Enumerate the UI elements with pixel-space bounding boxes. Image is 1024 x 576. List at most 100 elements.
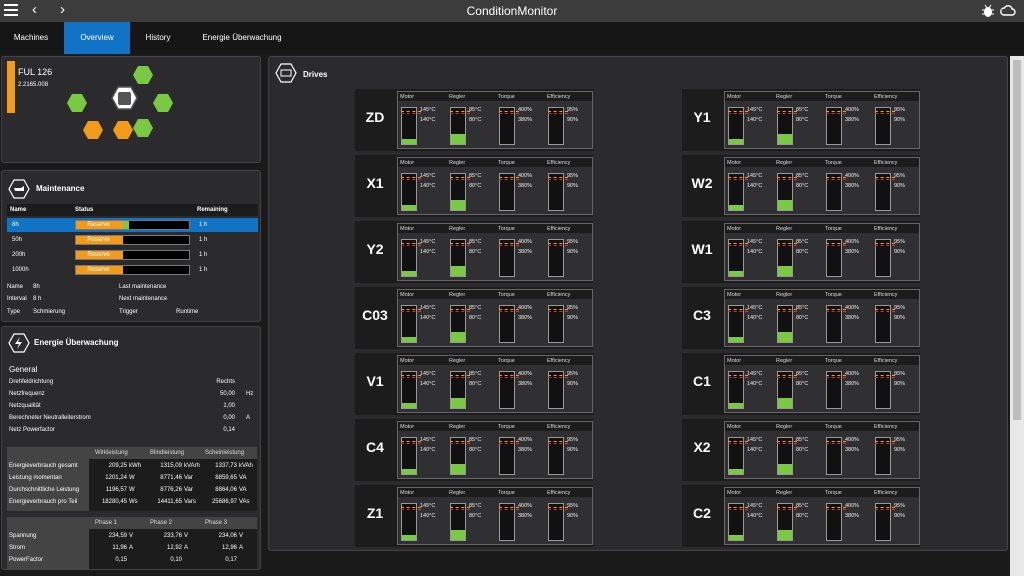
table-cell-value: 234,59: [108, 533, 127, 539]
gauge-limit-warn: [777, 245, 797, 246]
scrollbar-track[interactable]: [1010, 56, 1024, 576]
gauge-title: Regler: [449, 292, 466, 298]
gauge-limit-high: [499, 243, 519, 244]
table-cell-value: 1201,24: [105, 475, 127, 481]
gauge-limit-high: [401, 309, 421, 310]
energy-prop-value: Rechts: [216, 379, 235, 385]
gauge-limit-warn-value: 140°C: [747, 381, 763, 387]
gauge-limit-warn: [728, 113, 748, 114]
table-cell-value: 1315,09: [160, 463, 182, 469]
machine-status-hexagons[interactable]: [64, 61, 176, 161]
drive-card[interactable]: ZD Motor 145°C 140°C Regler 85°C 80°C Torque 400…: [355, 89, 593, 151]
gauge-bar: [401, 305, 421, 343]
gauge-fill: [402, 204, 416, 210]
gauge-bar: [401, 371, 421, 409]
drive-card[interactable]: X1 Motor 145°C 140°C Regler 85°C 80°C Torque 400…: [355, 155, 593, 217]
bug-icon[interactable]: [980, 3, 996, 19]
gauge-bar: [728, 305, 748, 343]
maintenance-row[interactable]: 8h Reserve 1 h: [7, 218, 258, 232]
gauge-limit-warn-value: 380%: [845, 447, 860, 453]
gauge-limit-high: [777, 111, 797, 112]
gauge-regler: Regler 85°C 80°C: [447, 158, 496, 216]
gauge-limit-warn: [826, 179, 846, 180]
gauge-limit-warn: [875, 509, 895, 510]
detail-interval-label: Interval: [7, 296, 27, 302]
drive-card[interactable]: C1 Motor 145°C 140°C Regler 85°C 80°C Torque 400…: [682, 353, 920, 415]
drive-card[interactable]: C3 Motor 145°C 140°C Regler 85°C 80°C Torque 400…: [682, 287, 920, 349]
drive-card[interactable]: W2 Motor 145°C 140°C Regler 85°C 80°C Torque 400…: [682, 155, 920, 217]
gauge-limit-warn: [401, 113, 421, 114]
machine-id: 2.2165.008: [18, 82, 49, 88]
status-label: Reserve: [87, 252, 110, 258]
gauge-limit-high: [826, 243, 846, 244]
gauge-limit-warn: [499, 245, 519, 246]
gauge-fill: [402, 534, 416, 540]
gauge-limit-warn-value: 140°C: [420, 315, 436, 321]
gauge-title: Torque: [498, 292, 515, 298]
drive-name: W2: [691, 175, 713, 191]
drive-name: V1: [366, 373, 384, 389]
machine-panel: FUL 126 2.2165.008: [1, 56, 261, 163]
detail-runtime-label: Runtime: [176, 309, 199, 315]
gauge-title: Efficiency: [874, 358, 898, 364]
gauge-title: Efficiency: [547, 358, 571, 364]
drive-card[interactable]: C03 Motor 145°C 140°C Regler 85°C 80°C Torque 40…: [355, 287, 593, 349]
tab-history[interactable]: History: [132, 22, 184, 54]
gauge-limit-warn: [548, 311, 568, 312]
table-row-label: PowerFactor: [9, 557, 44, 563]
gauge-fill: [402, 468, 416, 474]
gauge-limit-warn: [401, 245, 421, 246]
maintenance-row[interactable]: 50h Reserve 1 h: [7, 233, 258, 247]
gauge-limit-high-value: 95%: [567, 503, 579, 509]
tab-overview[interactable]: Overview: [64, 22, 130, 54]
gauge-motor: Motor 145°C 140°C: [725, 356, 774, 414]
gauge-bar: [401, 503, 421, 541]
gauge-regler: Regler 85°C 80°C: [774, 92, 823, 150]
gauge-limit-high: [499, 177, 519, 178]
gauge-limit-high-value: 400%: [845, 107, 860, 113]
gauge-efficiency: Efficiency 95% 90%: [545, 488, 594, 546]
drive-card[interactable]: Z1 Motor 145°C 140°C Regler 85°C 80°C Torque 400…: [355, 485, 593, 547]
gauge-bar: [728, 239, 748, 277]
gauge-limit-warn: [777, 113, 797, 114]
gauge-fill: [451, 529, 465, 540]
drive-card[interactable]: C2 Motor 145°C 140°C Regler 85°C 80°C Torque 400…: [682, 485, 920, 547]
gauge-efficiency: Efficiency 95% 90%: [872, 356, 921, 414]
tab-machines[interactable]: Machines: [0, 22, 62, 54]
tab-energie-ueberwachung[interactable]: Energie Überwachung: [188, 22, 296, 54]
table-cell-value: 8859,65: [215, 475, 237, 481]
drive-gauges: Motor 145°C 140°C Regler 85°C 80°C Torque 400% 3…: [724, 289, 920, 347]
gauge-fill: [451, 133, 465, 144]
drive-card[interactable]: C4 Motor 145°C 140°C Regler 85°C 80°C Torque 400…: [355, 419, 593, 481]
gauge-bar: [548, 437, 568, 475]
maintenance-row[interactable]: 1000h Reserve 1 h: [7, 263, 258, 277]
gauge-title: Regler: [776, 160, 793, 166]
gauge-title: Regler: [776, 292, 793, 298]
energy-prop-value: 0,00: [223, 415, 235, 421]
drive-card[interactable]: W1 Motor 145°C 140°C Regler 85°C 80°C Torque 400…: [682, 221, 920, 283]
drive-name: C4: [366, 439, 384, 455]
gauge-limit-warn-value: 140°C: [420, 249, 436, 255]
gauge-limit-high: [499, 309, 519, 310]
table-cell-value: 8776,26: [160, 487, 182, 493]
cloud-icon[interactable]: [1000, 3, 1016, 19]
drive-card[interactable]: Y1 Motor 145°C 140°C Regler 85°C 80°C Torque 400…: [682, 89, 920, 151]
table-row-label: Energieverbrauch gesamt: [9, 463, 78, 469]
gauge-motor: Motor 145°C 140°C: [398, 290, 447, 348]
gauge-limit-warn-value: 140°C: [420, 381, 436, 387]
drive-card[interactable]: Y2 Motor 145°C 140°C Regler 85°C 80°C Torque 400…: [355, 221, 593, 283]
gauge-title: Efficiency: [547, 490, 571, 496]
gauge-limit-warn-value: 90%: [567, 183, 579, 189]
scrollbar-thumb[interactable]: [1013, 60, 1021, 420]
gauge-bar: [826, 437, 846, 475]
gauge-limit-high-value: 95%: [567, 371, 579, 377]
gauge-limit-warn: [499, 377, 519, 378]
drive-gauges: Motor 145°C 140°C Regler 85°C 80°C Torque 400% 3…: [397, 223, 593, 281]
maintenance-row[interactable]: 200h Reserve 1 h: [7, 248, 258, 262]
gauge-bar: [499, 239, 519, 277]
gauge-limit-warn: [450, 311, 470, 312]
gauge-title: Motor: [727, 292, 742, 298]
drive-card[interactable]: V1 Motor 145°C 140°C Regler 85°C 80°C Torque 400…: [355, 353, 593, 415]
gauge-motor: Motor 145°C 140°C: [398, 92, 447, 150]
drive-card[interactable]: X2 Motor 145°C 140°C Regler 85°C 80°C Torque 400…: [682, 419, 920, 481]
